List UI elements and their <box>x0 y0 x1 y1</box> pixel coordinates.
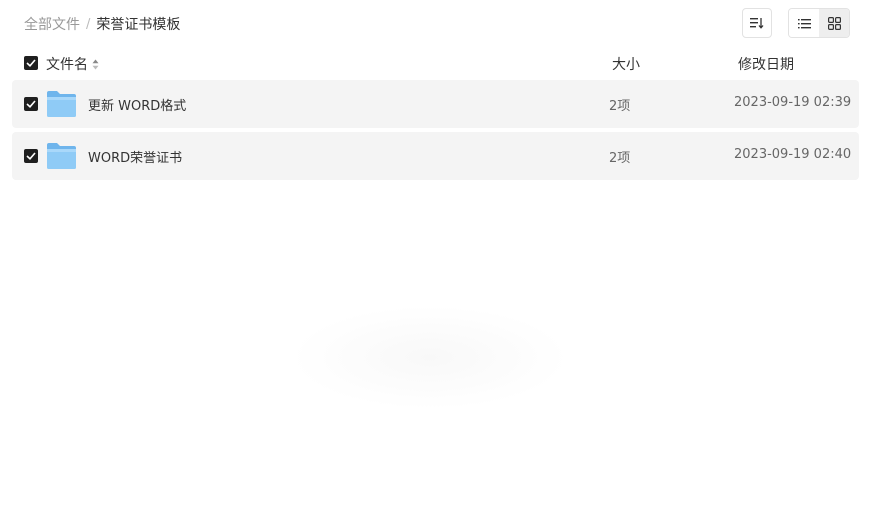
sort-button[interactable] <box>742 8 772 38</box>
file-row[interactable]: 更新 WORD格式 2项 2023-09-19 02:39 <box>12 80 859 128</box>
file-size: 2项 <box>609 99 631 114</box>
folder-icon <box>47 91 76 117</box>
breadcrumb-separator: / <box>86 16 91 32</box>
file-modified-date: 2023-09-19 02:39 <box>734 95 852 110</box>
check-icon <box>26 100 36 108</box>
check-icon <box>26 152 36 160</box>
file-size: 2项 <box>609 151 631 166</box>
grid-view-icon <box>827 16 841 30</box>
row-checkbox[interactable] <box>24 97 38 111</box>
breadcrumb-root-link[interactable]: 全部文件 <box>24 14 80 34</box>
file-row[interactable]: WORD荣誉证书 2项 2023-09-19 02:40 <box>12 132 859 180</box>
name-column-header[interactable]: 文件名 <box>46 54 99 74</box>
folder-icon <box>47 143 76 169</box>
breadcrumb: 全部文件 / 荣誉证书模板 <box>24 14 180 34</box>
size-column-header: 大小 <box>612 57 640 73</box>
sort-icon <box>750 18 764 29</box>
list-view-button[interactable] <box>789 9 819 37</box>
view-toolbar <box>742 8 850 38</box>
select-all-checkbox[interactable] <box>24 56 38 70</box>
breadcrumb-current: 荣誉证书模板 <box>96 17 181 33</box>
file-list-header: 文件名 大小 修改日期 <box>12 52 859 76</box>
empty-area-shadow <box>290 305 570 410</box>
file-name[interactable]: WORD荣誉证书 <box>88 147 182 166</box>
check-icon <box>26 59 36 67</box>
row-checkbox[interactable] <box>24 149 38 163</box>
date-column-header: 修改日期 <box>738 57 794 73</box>
sort-toggle-icon <box>92 59 99 69</box>
name-column-label: 文件名 <box>46 57 88 73</box>
file-modified-date: 2023-09-19 02:40 <box>734 147 852 162</box>
grid-view-button[interactable] <box>819 9 849 37</box>
file-name[interactable]: 更新 WORD格式 <box>88 95 186 114</box>
view-switcher <box>788 8 850 38</box>
list-view-icon <box>797 18 811 28</box>
